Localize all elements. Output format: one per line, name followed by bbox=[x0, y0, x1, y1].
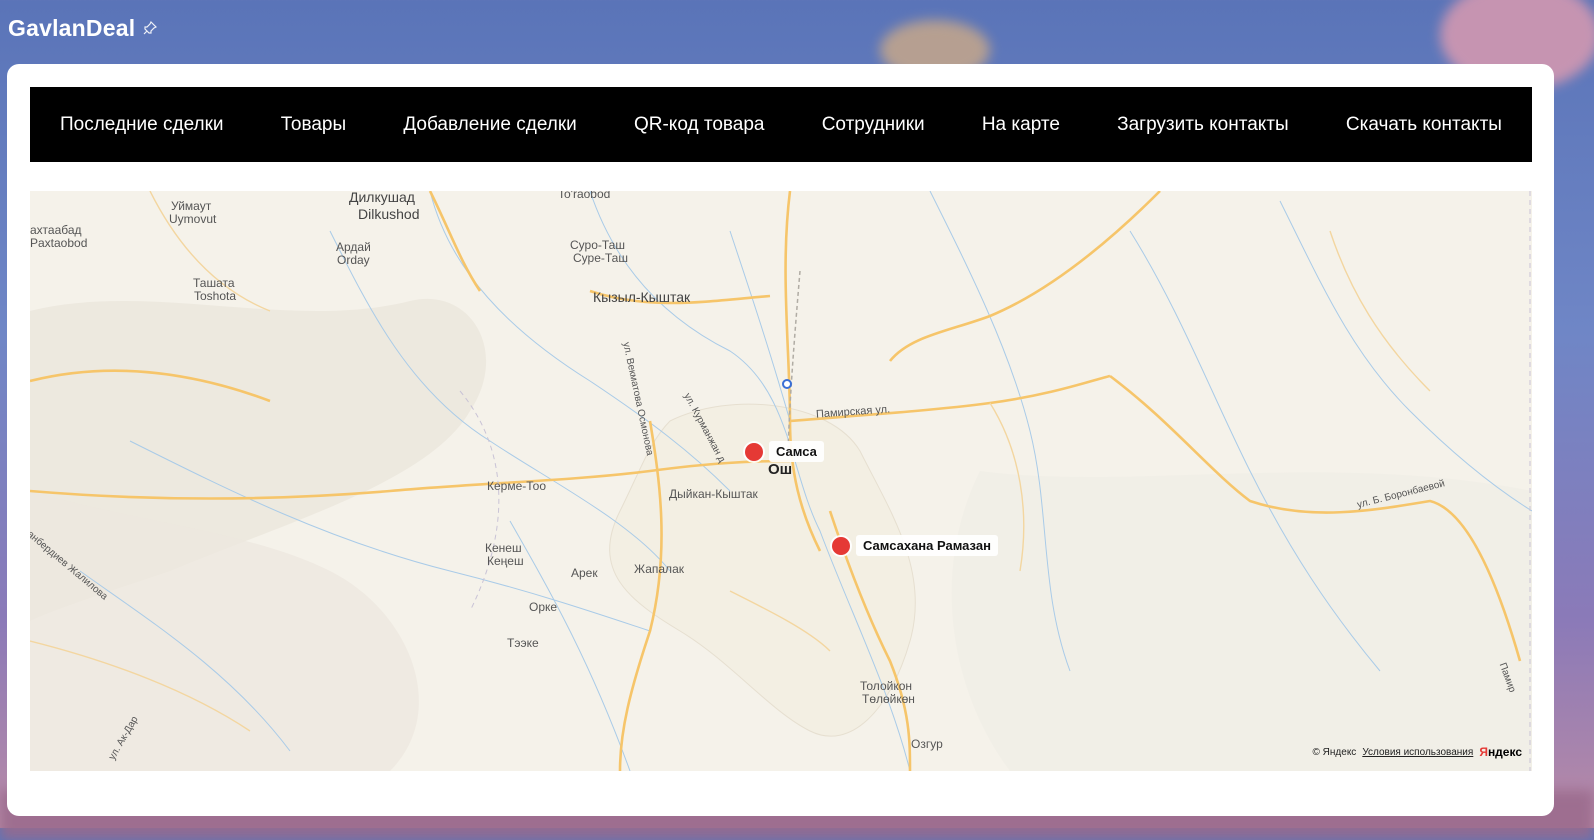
nav-item-products[interactable]: Товары bbox=[281, 114, 346, 136]
nav-item-on-map[interactable]: На карте bbox=[982, 114, 1060, 136]
app-header: GavlanDeal bbox=[0, 0, 1594, 56]
map-label: Dilkushod bbox=[358, 206, 420, 222]
map-label: To'raobod bbox=[558, 191, 611, 201]
pin-icon[interactable] bbox=[143, 21, 158, 35]
map-label-city: Ош bbox=[768, 461, 793, 478]
nav-item-download-contacts[interactable]: Скачать контакты bbox=[1346, 114, 1502, 136]
map-label: Орке bbox=[529, 600, 558, 614]
marker-pin-icon[interactable] bbox=[745, 442, 763, 461]
map-label: Арек bbox=[571, 566, 598, 580]
map-marker[interactable]: Самса bbox=[745, 441, 824, 462]
map-label: Дилкушад bbox=[349, 191, 415, 205]
map-label: Тээке bbox=[507, 636, 539, 650]
marker-label[interactable]: Самса bbox=[769, 441, 824, 462]
map-label: Кызыл-Кыштак bbox=[593, 289, 691, 305]
map-label: Дыйкан-Кыштак bbox=[669, 487, 758, 501]
nav-item-employees[interactable]: Сотрудники bbox=[822, 114, 925, 136]
yandex-logo[interactable]: Яндекс bbox=[1479, 745, 1522, 759]
app-title: GavlanDeal bbox=[8, 14, 136, 41]
copyright-owner: © Яндекс bbox=[1312, 746, 1357, 758]
map-label: Жапалак bbox=[634, 562, 684, 576]
map-label: Paxtaobod bbox=[30, 236, 88, 250]
map-view[interactable]: Дилкушад Dilkushod Уймаут Uymovut ахтааб… bbox=[30, 191, 1532, 771]
map-label: Кеңеш bbox=[487, 554, 524, 568]
marker-pin-icon[interactable] bbox=[832, 536, 850, 555]
map-canvas bbox=[30, 191, 1532, 771]
nav-item-add-deal[interactable]: Добавление сделки bbox=[403, 114, 576, 136]
map-label: Uymovut bbox=[169, 212, 217, 226]
map-label: Озгур bbox=[911, 737, 943, 751]
map-copyright: © Яндекс Условия использования Яндекс bbox=[1313, 745, 1522, 759]
map-label: Orday bbox=[337, 253, 370, 267]
marker-label[interactable]: Самсахана Рамазан bbox=[856, 535, 998, 556]
map-label: Керме-Тоо bbox=[487, 479, 546, 493]
main-card: Последние сделки Товары Добавление сделк… bbox=[7, 64, 1554, 816]
nav-item-upload-contacts[interactable]: Загрузить контакты bbox=[1117, 114, 1289, 136]
nav-item-qr-code[interactable]: QR-код товара bbox=[634, 114, 765, 136]
terms-link[interactable]: Условия использования bbox=[1362, 747, 1473, 758]
main-nav: Последние сделки Товары Добавление сделк… bbox=[30, 87, 1532, 162]
map-label: Toshota bbox=[194, 289, 237, 303]
map-marker[interactable]: Самсахана Рамазан bbox=[832, 535, 998, 556]
map-label: Төлөйкөн bbox=[862, 692, 915, 706]
nav-item-recent-deals[interactable]: Последние сделки bbox=[60, 114, 224, 136]
map-label: Суре-Таш bbox=[573, 251, 628, 265]
